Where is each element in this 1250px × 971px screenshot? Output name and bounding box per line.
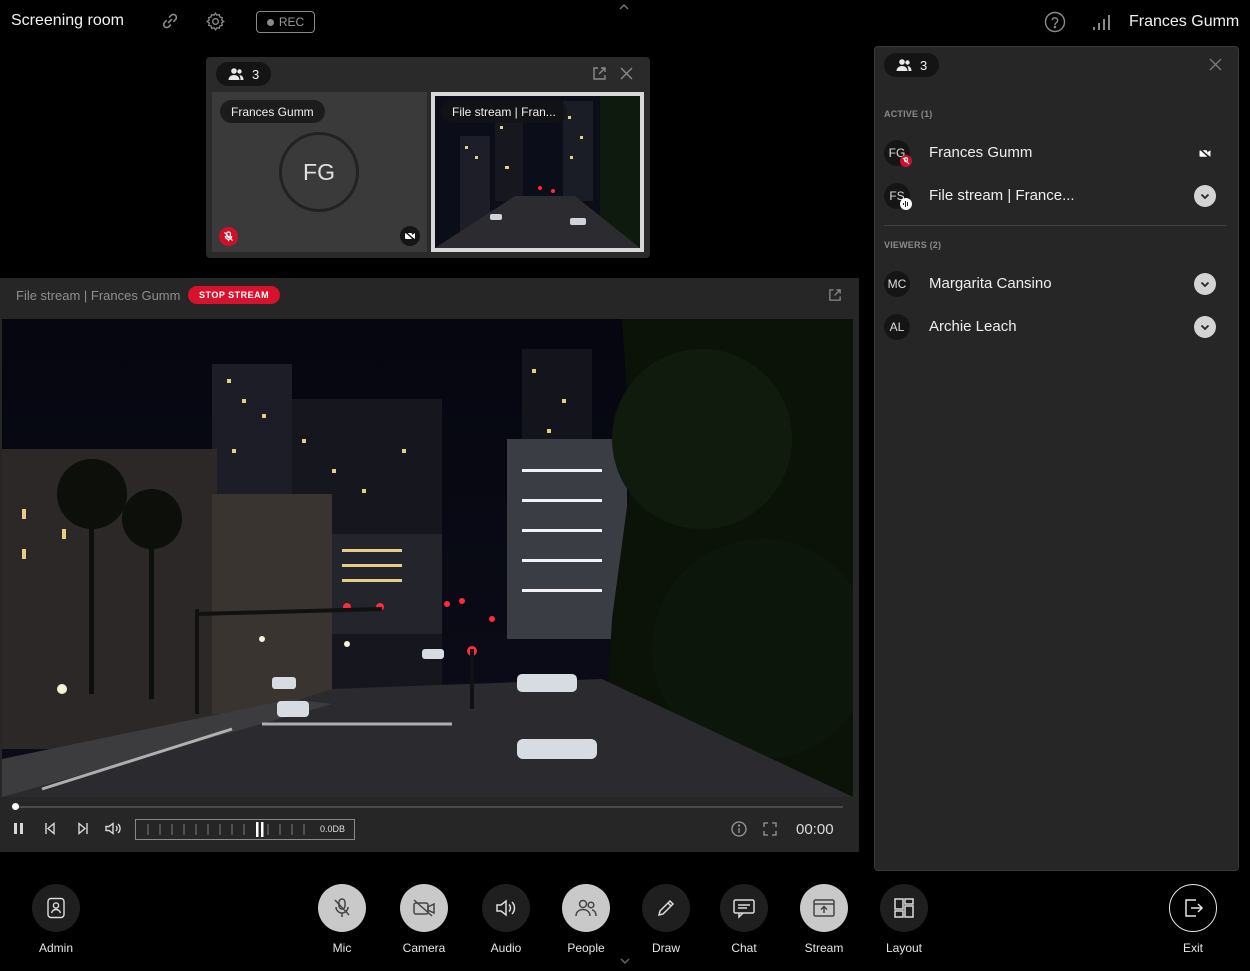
participant-count: 3 [252,66,260,82]
people-label: People [567,941,605,955]
exit-label: Exit [1182,941,1203,955]
chevron-down-icon[interactable] [1194,273,1216,295]
progress-track[interactable] [15,806,843,808]
chat-icon[interactable] [720,884,768,932]
camera-label: Camera [402,941,446,955]
list-item[interactable]: MC Margarita Cansino [884,269,1229,299]
person-name: Margarita Cansino [929,275,1052,292]
stream-panel: File stream | Frances Gumm STOP STREAM 0… [0,278,859,852]
tile-name-label: Frances Gumm [220,100,325,123]
popout-icon[interactable] [592,66,607,81]
current-user-name[interactable]: Frances Gumm [1129,13,1239,31]
participant-tiles-panel: 3 Frances Gumm FG File stream | Fran... [206,57,650,258]
people-icon[interactable] [562,884,610,932]
chevron-down-icon[interactable] [618,956,632,966]
chevron-down-icon[interactable] [1194,316,1216,338]
person-name: Archie Leach [929,318,1017,335]
participant-count-pill[interactable]: 3 [216,62,272,86]
speaker-icon[interactable] [482,884,530,932]
chevron-up-icon[interactable] [617,2,631,12]
rec-label: REC [278,15,305,29]
room-title: Screening room [11,12,124,29]
people-icon [228,67,244,81]
rec-dot-icon [266,18,274,26]
gear-icon[interactable] [205,11,226,32]
mic-muted-icon [219,227,238,246]
info-icon[interactable] [731,821,747,837]
mic-off-icon[interactable] [318,884,366,932]
stream-icon[interactable] [800,884,848,932]
video-player[interactable] [2,319,853,797]
camera-off-icon [1194,142,1216,164]
people-count-pill: 3 [884,53,940,77]
avatar: AL [884,314,910,340]
chat-label: Chat [731,941,757,955]
admin-button[interactable]: Admin [21,884,91,955]
mic-muted-icon [900,155,912,167]
people-count: 3 [920,57,928,73]
stream-title: File stream | Frances Gumm [16,288,181,303]
close-icon[interactable] [619,66,634,81]
rec-badge[interactable]: REC [256,11,315,33]
list-item[interactable]: FG Frances Gumm [884,138,1229,168]
people-icon [896,58,912,72]
mic-button[interactable]: Mic [307,884,377,955]
active-section-label: ACTIVE (1) [884,109,933,119]
viewers-section-label: VIEWERS (2) [884,240,942,250]
popout-icon[interactable] [828,288,842,302]
close-icon[interactable] [1208,57,1223,72]
exit-button[interactable]: Exit [1158,884,1228,955]
top-bar: Screening room REC Frances Gumm [0,0,1250,44]
stream-label: Stream [804,941,844,955]
draw-button[interactable]: Draw [631,884,701,955]
camera-off-icon[interactable] [400,884,448,932]
volume-icon[interactable] [105,822,121,835]
step-forward-icon[interactable] [76,822,89,835]
person-name: Frances Gumm [929,144,1033,161]
progress-handle[interactable] [12,803,19,810]
pause-icon[interactable] [13,822,25,835]
participant-tile-file-stream[interactable]: File stream | Fran... [431,92,644,252]
list-item[interactable]: FS File stream | France... [884,181,1229,211]
fullscreen-icon[interactable] [763,822,777,836]
list-item[interactable]: AL Archie Leach [884,312,1229,342]
signal-icon [1092,13,1112,31]
camera-button[interactable]: Camera [389,884,459,955]
audio-button[interactable]: Audio [471,884,541,955]
city-night-video-frame [2,319,853,797]
exit-icon[interactable] [1169,884,1217,932]
layout-label: Layout [885,941,923,955]
mic-label: Mic [332,941,352,955]
audio-label: Audio [490,941,522,955]
admin-icon[interactable] [32,884,80,932]
chat-button[interactable]: Chat [709,884,779,955]
stop-stream-button[interactable]: STOP STREAM [188,286,281,304]
pencil-icon[interactable] [642,884,690,932]
camera-off-icon [400,226,420,246]
link-icon[interactable] [160,11,180,31]
meter-value: 0.0DB [319,824,345,834]
admin-label: Admin [38,941,73,955]
section-divider [884,225,1226,226]
time-readout: 00:00 [796,821,834,838]
avatar: FG [279,132,359,212]
help-icon[interactable] [1044,11,1066,33]
audio-level-meter[interactable]: 0.0DB [135,819,355,840]
avatar: MC [884,271,910,297]
chevron-down-icon[interactable] [1194,185,1216,207]
layout-button[interactable]: Layout [869,884,939,955]
step-back-icon[interactable] [44,822,57,835]
people-panel: 3 ACTIVE (1) FG Frances Gumm FS File str… [874,46,1239,871]
audio-stream-icon [900,198,912,210]
participant-tile-frances[interactable]: Frances Gumm FG [212,92,427,252]
stream-button[interactable]: Stream [789,884,859,955]
person-name: File stream | France... [929,187,1075,204]
draw-label: Draw [651,941,680,955]
layout-icon[interactable] [880,884,928,932]
people-button[interactable]: People [551,884,621,955]
tile-name-label: File stream | Fran... [441,100,567,123]
